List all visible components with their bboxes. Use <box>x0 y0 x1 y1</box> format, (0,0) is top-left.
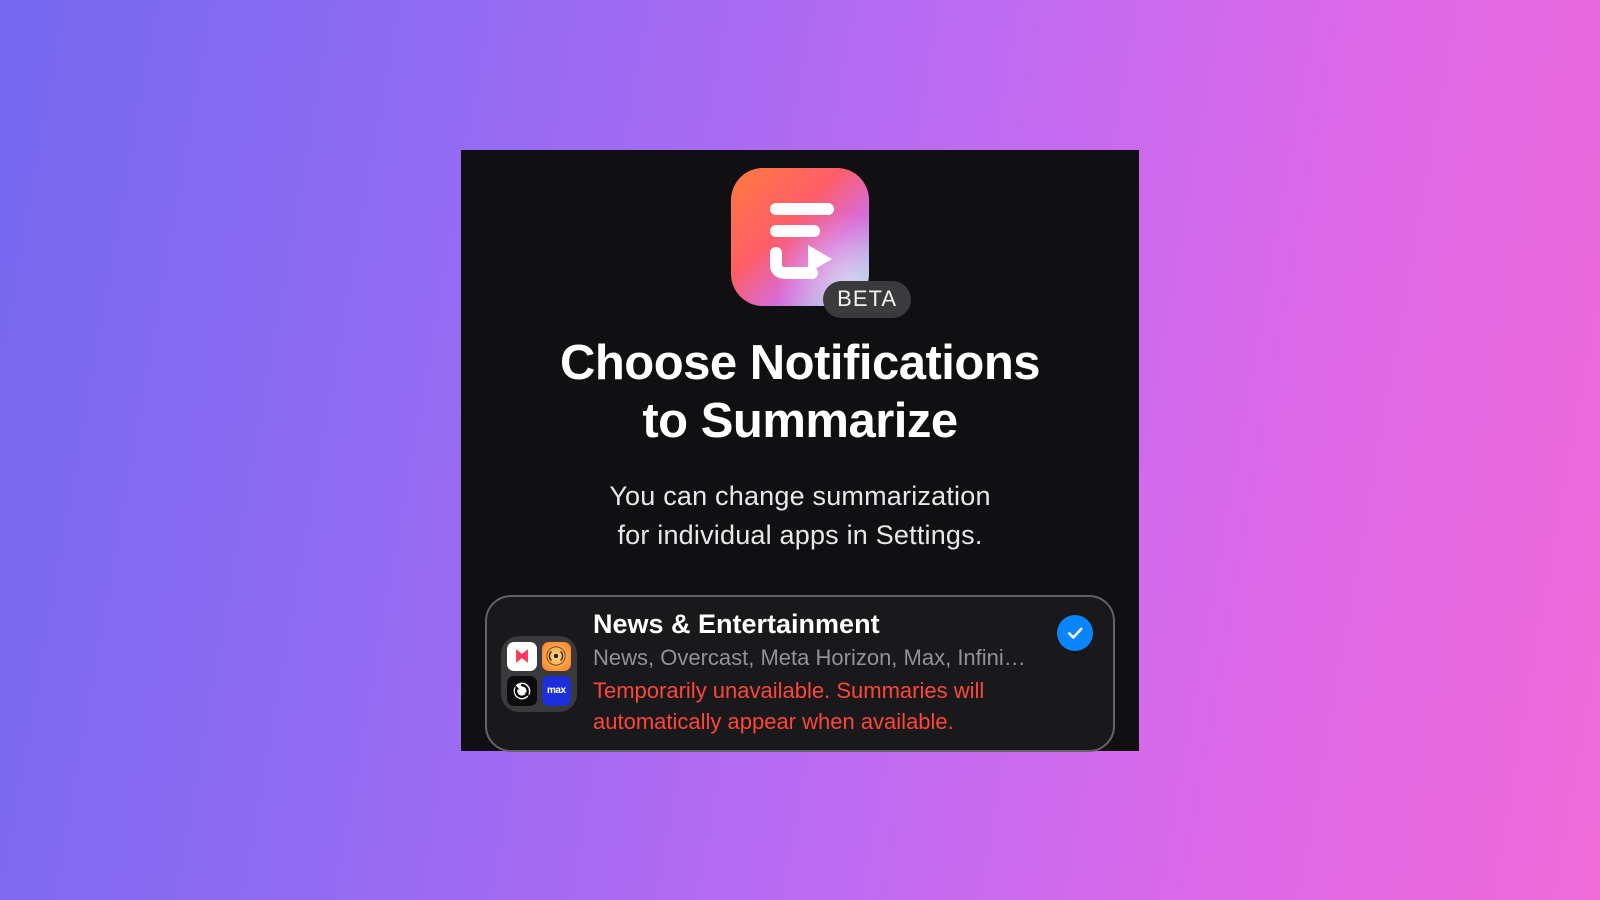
category-warning: Temporarily unavailable. Summaries will … <box>593 676 1033 738</box>
max-icon-label: max <box>547 685 566 696</box>
category-warning-line-2: automatically appear when available. <box>593 709 954 734</box>
sync-icon <box>507 676 537 706</box>
category-warning-line-1: Temporarily unavailable. Summaries will <box>593 678 984 703</box>
page-title: Choose Notifications to Summarize <box>560 334 1040 452</box>
max-icon: max <box>542 676 572 706</box>
category-title: News & Entertainment <box>593 609 1097 640</box>
title-line-2: to Summarize <box>642 394 957 448</box>
category-text: News & Entertainment News, Overcast, Met… <box>593 609 1097 738</box>
summarize-arrow-icon <box>750 187 850 287</box>
checkmark-icon <box>1065 623 1085 643</box>
news-icon <box>507 642 537 672</box>
category-app-list: News, Overcast, Meta Horizon, Max, Infin… <box>593 642 1045 674</box>
subtitle-line-2: for individual apps in Settings. <box>617 520 982 550</box>
overcast-icon <box>542 642 572 672</box>
category-folder-icon: max <box>501 636 577 712</box>
hero-icon-wrap: BETA <box>731 168 869 306</box>
page-subtitle: You can change summarization for individ… <box>609 477 990 555</box>
settings-panel: BETA Choose Notifications to Summarize Y… <box>461 150 1139 751</box>
subtitle-line-1: You can change summarization <box>609 481 990 511</box>
beta-badge: BETA <box>823 281 911 318</box>
category-news-entertainment[interactable]: max News & Entertainment News, Overcast,… <box>485 595 1115 752</box>
title-line-1: Choose Notifications <box>560 336 1040 390</box>
